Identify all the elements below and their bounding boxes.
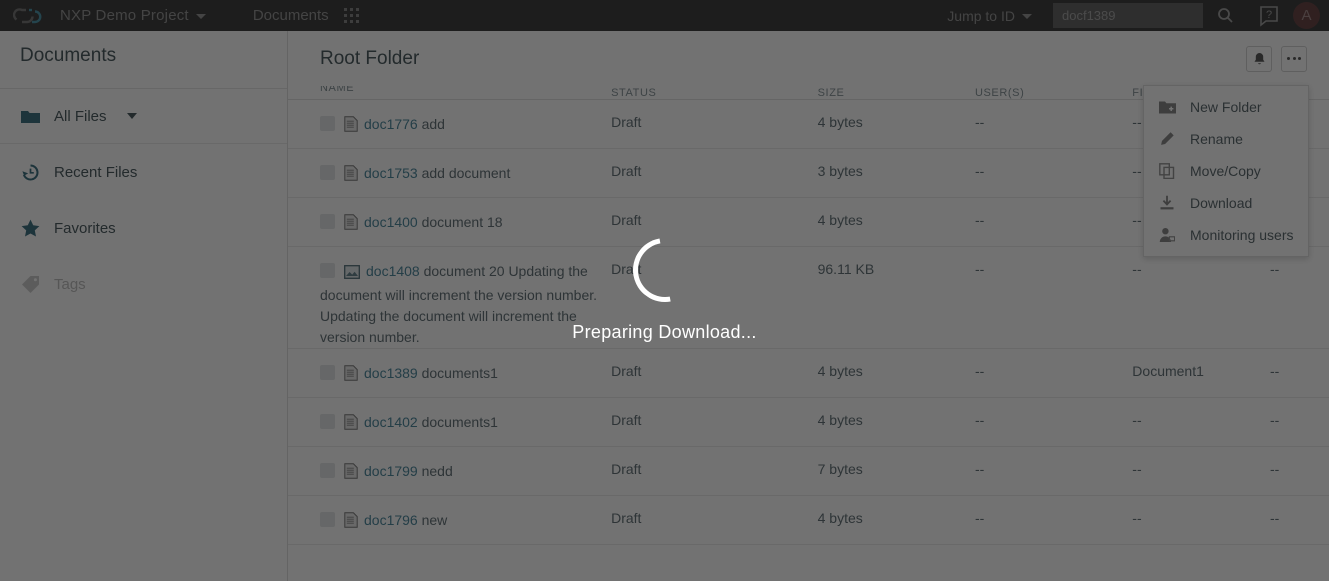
application-root: NXP Demo Project Documents Jump to ID [0, 0, 1329, 581]
loading-spinner-icon [619, 225, 710, 315]
overlay-message: Preparing Download... [572, 322, 757, 342]
preparing-download-overlay: Preparing Download... [0, 0, 1329, 581]
